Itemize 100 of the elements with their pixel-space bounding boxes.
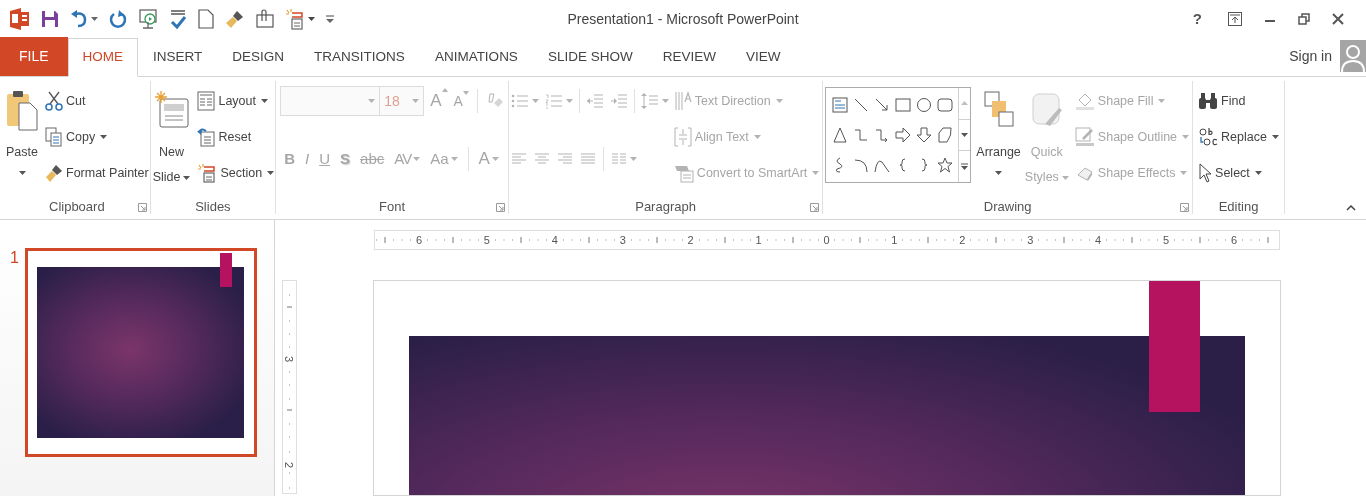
arc-icon[interactable] — [852, 157, 869, 173]
increase-indent-icon — [609, 93, 628, 109]
ribbon-tab[interactable]: TRANSITIONS — [299, 38, 420, 77]
ribbon-button[interactable]: Format Painter — [44, 159, 150, 187]
caret-icon — [368, 99, 376, 103]
dialog-launcher-icon[interactable] — [810, 202, 820, 212]
pencil-icon — [1074, 127, 1095, 147]
group-label: Font — [378, 198, 406, 217]
align-right-icon — [556, 152, 573, 166]
ruler-ticks — [969, 235, 1024, 245]
ribbon-tab[interactable]: SLIDE SHOW — [532, 38, 648, 77]
paintbrush-icon[interactable] — [225, 9, 245, 29]
ruler-label: 4 — [1094, 232, 1103, 248]
caret-icon — [629, 157, 637, 161]
ribbon-button[interactable]: Replace — [1197, 123, 1280, 151]
elbow-arrow-icon[interactable] — [873, 127, 890, 143]
flowchart-shape-icon[interactable] — [936, 127, 953, 143]
group-label: Paragraph — [634, 198, 697, 217]
window-title: Presentation1 - Microsoft PowerPoint — [567, 9, 799, 29]
spell-check-icon[interactable] — [169, 8, 187, 30]
ruler-label: 3 — [283, 355, 296, 363]
line-icon[interactable] — [852, 97, 869, 113]
paint-bucket-icon — [1074, 91, 1095, 111]
file-tab[interactable]: FILE — [0, 37, 68, 76]
elbow-connector-icon[interactable] — [852, 127, 869, 143]
slide-number: 1 — [10, 248, 20, 268]
ruler-label: 3 — [1026, 232, 1035, 248]
caret-icon — [565, 99, 573, 103]
line-spacing-icon — [640, 92, 659, 110]
binoculars-icon — [1198, 92, 1219, 110]
decrease-indent-icon — [585, 93, 604, 109]
ribbon-tab[interactable]: VIEW — [730, 38, 796, 77]
close-icon[interactable] — [1332, 13, 1344, 25]
right-arrow-icon[interactable] — [894, 127, 911, 143]
group-label: Slides — [194, 198, 232, 217]
triangle-icon[interactable] — [831, 127, 848, 143]
arrow-icon[interactable] — [873, 97, 890, 113]
ribbon-button[interactable]: Copy — [44, 123, 150, 151]
ribbon-options-icon[interactable] — [1228, 12, 1242, 26]
replace-icon — [1198, 127, 1219, 147]
scroll-down-icon[interactable] — [961, 133, 969, 137]
ribbon-tab[interactable]: HOME — [67, 38, 139, 77]
ribbon-button[interactable]: Find — [1197, 87, 1280, 115]
ribbon-button[interactable]: Layout — [196, 87, 276, 115]
dialog-launcher-icon[interactable] — [137, 202, 147, 212]
help-button[interactable]: ? — [1188, 7, 1206, 31]
dialog-launcher-icon[interactable] — [1180, 202, 1190, 212]
down-arrow-icon[interactable] — [915, 127, 932, 143]
app-logo-icon[interactable] — [8, 7, 30, 31]
caret-icon — [462, 90, 469, 95]
new-document-icon[interactable] — [198, 9, 214, 29]
ruler-label: 1 — [890, 232, 899, 248]
more-icon[interactable] — [961, 163, 969, 171]
ruler-label: 6 — [1229, 232, 1239, 248]
redo-icon[interactable] — [109, 10, 127, 28]
ribbon-tab[interactable]: DESIGN — [217, 38, 300, 77]
ribbon-tab[interactable]: INSERT — [138, 38, 218, 77]
ribbon-button[interactable]: Reset — [196, 123, 276, 151]
ruler-label: 6 — [414, 232, 423, 248]
ruler-ticks — [1173, 235, 1228, 245]
ribbon-tab[interactable]: REVIEW — [647, 38, 731, 77]
ruler-label: 3 — [618, 232, 627, 248]
ruler-label: 2 — [686, 232, 695, 248]
ruler-label: 5 — [482, 232, 491, 248]
clipboard-icon — [6, 89, 38, 131]
presenter-icon[interactable] — [138, 8, 158, 30]
ribbon-large-button[interactable]: Paste — [4, 86, 40, 187]
undo-icon[interactable] — [70, 10, 88, 28]
ruler-ticks — [493, 235, 548, 245]
customize-toolbar-icon[interactable] — [326, 14, 334, 24]
scissors-icon — [45, 91, 63, 111]
caret-icon — [441, 88, 448, 93]
cursor-icon — [1198, 163, 1213, 183]
restore-icon[interactable] — [1298, 13, 1310, 25]
dialog-launcher-icon[interactable] — [495, 202, 505, 212]
sign-in-link[interactable]: Sign in — [1289, 45, 1332, 67]
ribbon-button[interactable]: Cut — [44, 87, 150, 115]
ribbon-large-button[interactable]: Arrange — [974, 86, 1023, 190]
slide-thumbnail[interactable] — [25, 248, 257, 457]
avatar-icon[interactable] — [1340, 40, 1366, 72]
ruler-ticks — [561, 235, 616, 245]
section-icon[interactable] — [285, 8, 305, 30]
ruler-label: 2 — [283, 461, 296, 469]
ribbon-tab[interactable]: ANIMATIONS — [419, 38, 533, 77]
rounded-rectangle-icon[interactable] — [936, 97, 953, 113]
arrange-icon — [982, 90, 1015, 130]
text-direction-icon — [673, 91, 692, 111]
ribbon-large-button[interactable]: New Slide — [150, 86, 193, 190]
collapse-ribbon-icon[interactable] — [1346, 205, 1356, 211]
ruler-ticks — [425, 235, 480, 245]
save-icon[interactable] — [41, 10, 59, 28]
ribbon-button[interactable]: Section — [196, 159, 276, 187]
ribbon-button[interactable]: Select — [1197, 159, 1280, 187]
caret-icon — [91, 17, 98, 21]
reset-icon — [197, 127, 216, 147]
copy-icon — [45, 127, 63, 147]
star-icon[interactable] — [936, 157, 953, 173]
group-label: Drawing — [982, 198, 1033, 217]
ruler-label: 5 — [1162, 232, 1171, 248]
oval-icon[interactable] — [915, 97, 932, 113]
